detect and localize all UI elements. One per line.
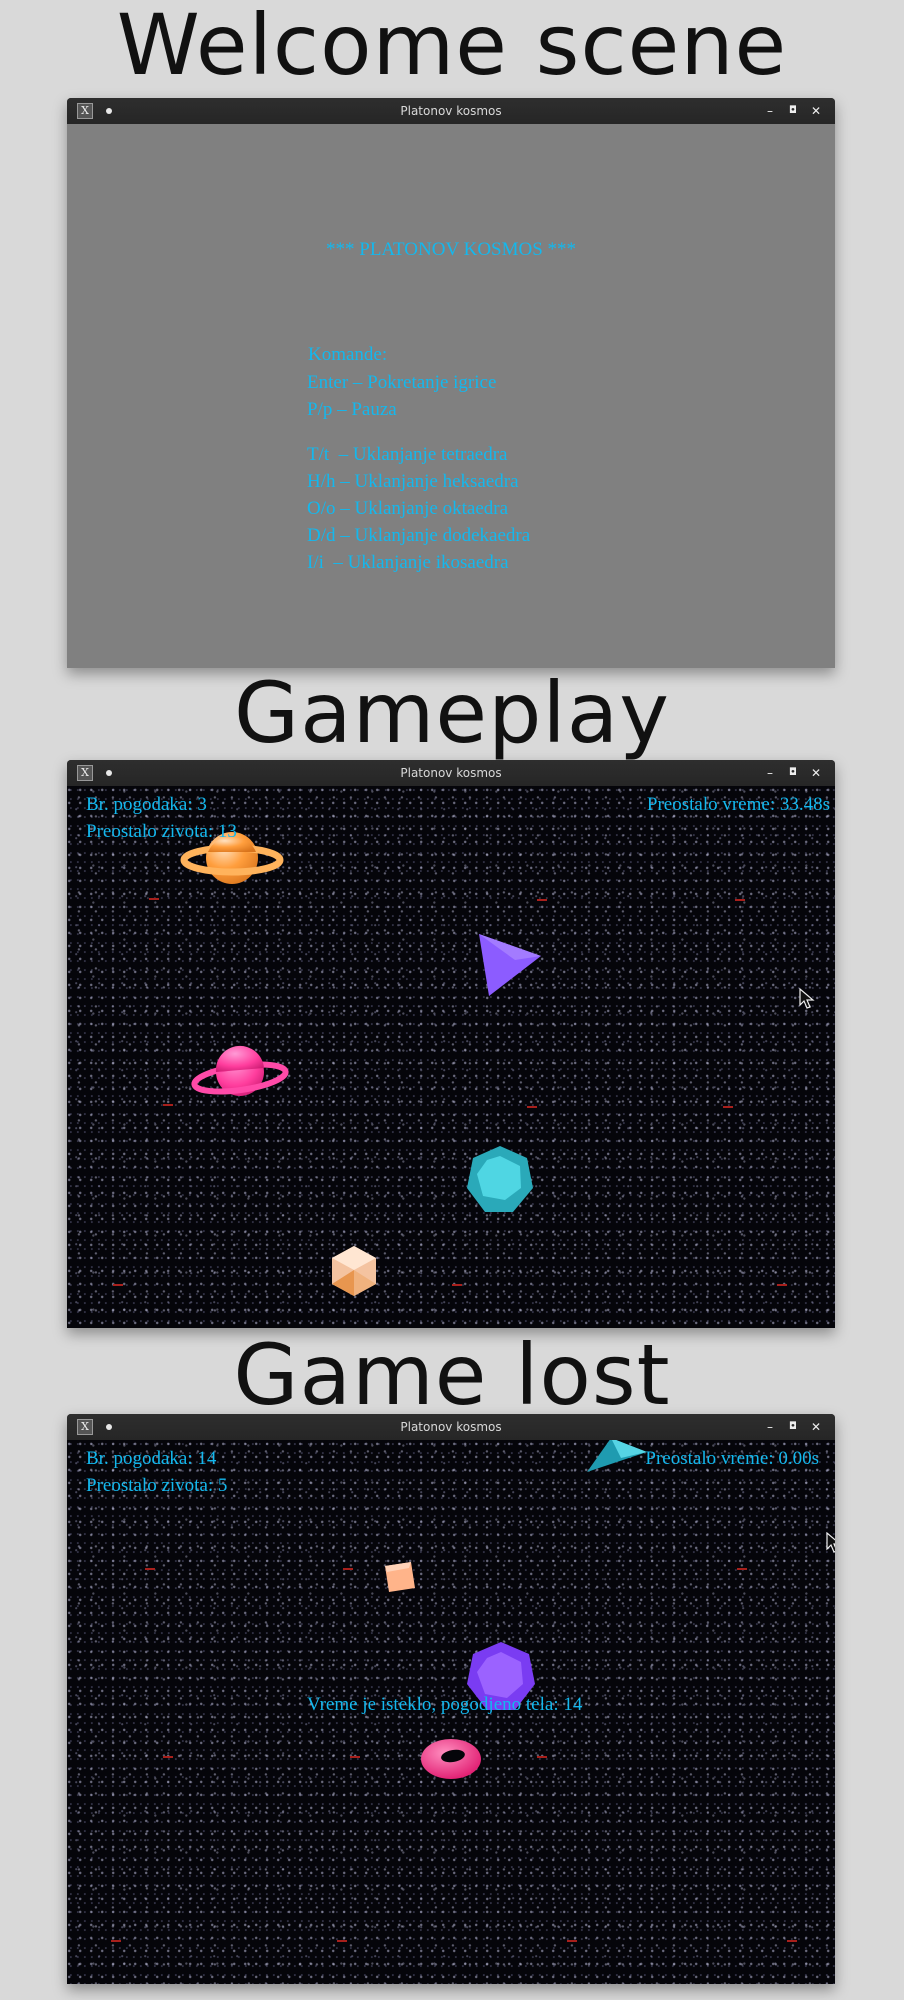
minimize-icon[interactable]: –	[759, 760, 781, 786]
close-icon[interactable]: ✕	[805, 98, 827, 124]
minimize-icon[interactable]: –	[759, 98, 781, 124]
lost-canvas[interactable]: Br. pogodaka: 14 Preostalo zivota: 5 Pre…	[67, 1440, 835, 1984]
close-icon[interactable]: ✕	[805, 760, 827, 786]
time-expired-message: Vreme je isteklo, pogodjeno tela: 14	[307, 1694, 583, 1715]
welcome-content[interactable]: *** PLATONOV KOSMOS *** Komande: Enter –…	[67, 124, 835, 668]
command-pause: P/p – Pauza	[307, 399, 397, 420]
command-octahedron: O/o – Uklanjanje oktaedra	[307, 498, 509, 519]
time-left: Preostalo vreme: 0.00s	[645, 1448, 819, 1469]
pink-torus[interactable]	[419, 1736, 483, 1782]
maximize-icon[interactable]: ◘	[782, 1414, 804, 1440]
time-left: Preostalo vreme: 33.48s	[646, 794, 830, 815]
window-title: Platonov kosmos	[400, 1420, 502, 1434]
hits-counter: Br. pogodaka: 14	[86, 1448, 217, 1469]
section-title-lost: Game lost	[233, 1326, 671, 1424]
command-hexahedron: H/h – Uklanjanje heksaedra	[307, 471, 519, 492]
hits-counter: Br. pogodaka: 3	[86, 794, 207, 815]
command-dodecahedron: D/d – Uklanjanje dodekaedra	[307, 525, 531, 546]
commands-label: Komande:	[308, 344, 388, 365]
window-title: Platonov kosmos	[400, 104, 502, 118]
pink-ringed-planet[interactable]	[191, 1042, 292, 1112]
gameplay-canvas[interactable]: Br. pogodaka: 3 Preostalo zivota: 13 Pre…	[67, 786, 835, 1328]
cursor-icon	[826, 1532, 835, 1553]
section-title-gameplay: Gameplay	[234, 664, 670, 762]
gameplay-window: X Platonov kosmos – ◘ ✕ Br. pogodaka: 3 …	[67, 760, 835, 1328]
cyan-dodecahedron[interactable]	[465, 1144, 535, 1216]
cyan-tetrahedron[interactable]	[587, 1440, 651, 1474]
purple-tetrahedron[interactable]	[475, 930, 545, 1000]
peach-hexahedron[interactable]	[381, 1560, 417, 1596]
titlebar[interactable]: X Platonov kosmos – ◘ ✕	[67, 760, 835, 786]
section-title-welcome: Welcome scene	[116, 0, 788, 94]
command-tetrahedron: T/t – Uklanjanje tetraedra	[307, 444, 508, 465]
maximize-icon[interactable]: ◘	[782, 98, 804, 124]
minimize-icon[interactable]: –	[759, 1414, 781, 1440]
command-icosahedron: I/i – Uklanjanje ikosaedra	[307, 552, 509, 573]
window-title: Platonov kosmos	[400, 766, 502, 780]
game-heading: *** PLATONOV KOSMOS ***	[326, 239, 577, 260]
lives-counter: Preostalo zivota: 5	[86, 1475, 228, 1496]
command-enter: Enter – Pokretanje igrice	[307, 372, 497, 393]
lost-window: X Platonov kosmos – ◘ ✕ Br. pogodaka: 14…	[67, 1414, 835, 1984]
titlebar[interactable]: X Platonov kosmos – ◘ ✕	[67, 98, 835, 124]
peach-icosahedron[interactable]	[328, 1244, 380, 1298]
lives-counter: Preostalo zivota: 13	[86, 821, 237, 842]
cursor-icon	[799, 988, 815, 1009]
welcome-window: X Platonov kosmos – ◘ ✕ *** PLATONOV KOS…	[67, 98, 835, 668]
titlebar[interactable]: X Platonov kosmos – ◘ ✕	[67, 1414, 835, 1440]
close-icon[interactable]: ✕	[805, 1414, 827, 1440]
maximize-icon[interactable]: ◘	[782, 760, 804, 786]
